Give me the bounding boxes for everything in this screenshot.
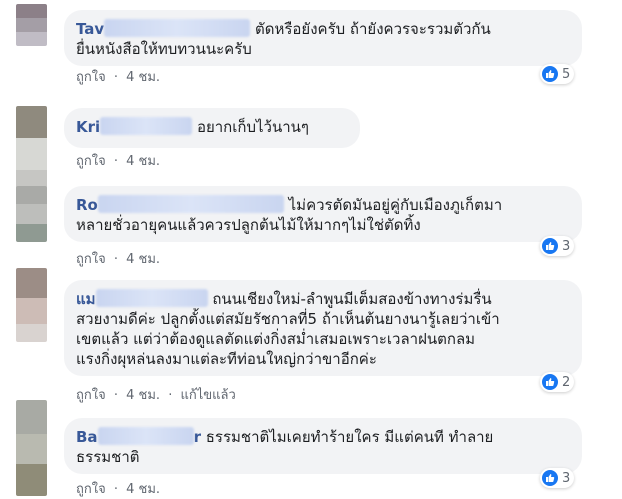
like-link[interactable]: ถูกใจ — [76, 252, 106, 267]
comment-text-line: เขตแล้ว แต่ว่าต้องดูแลตัดแต่งกิ่งสม่ำเสม… — [76, 330, 476, 348]
commenter-name[interactable]: Ba r — [76, 427, 201, 446]
like-link[interactable]: ถูกใจ — [76, 482, 106, 497]
comment-bubble: Tav ตัดหรือยังครับ ถ้ายังควรจะรวมตัวกัน … — [64, 10, 582, 66]
timestamp[interactable]: 4 ชม. — [126, 482, 160, 497]
commenter-name[interactable]: Tav — [76, 19, 251, 38]
reaction-count[interactable]: 5 — [540, 64, 575, 84]
avatar[interactable] — [16, 4, 47, 46]
comment-bubble: Kri อยากเก็บไว้นานๆ — [64, 108, 360, 148]
reaction-count[interactable]: 2 — [540, 372, 575, 392]
like-link[interactable]: ถูกใจ — [76, 154, 106, 169]
commenter-name[interactable]: Ro — [76, 195, 284, 214]
commenter-name[interactable]: แม — [76, 289, 208, 308]
avatar[interactable] — [16, 400, 47, 496]
timestamp[interactable]: 4 ชม. — [126, 70, 160, 85]
comment-bubble: Ro ไม่ควรตัดมันอยู่คู่กับเมืองภูเก็ตมา ห… — [64, 186, 582, 242]
thumbs-up-icon — [542, 238, 558, 254]
comment-text-line: สวยงามดีค่ะ ปลูกตั้งแต่สมัยรัชกาลที่5 ถ้… — [76, 310, 500, 328]
avatar[interactable] — [16, 268, 47, 342]
comment-text: อยากเก็บไว้นานๆ — [196, 118, 309, 136]
reaction-count[interactable]: 3 — [540, 468, 575, 488]
comment-actions: ถูกใจ · 4 ชม. — [76, 70, 161, 85]
thumbs-up-icon — [542, 374, 558, 390]
comment-actions: ถูกใจ · 4 ชม. — [76, 252, 161, 267]
comment-text-line: แรงกิ่งผุหล่นลงมาแต่ละทีท่อนใหญ่กว่าขาอี… — [76, 350, 377, 368]
comment-text-line: หลายชั่วอายุคนแล้วควรปลูกต้นไม้ให้มากๆไม… — [76, 216, 421, 234]
thumbs-up-icon — [542, 470, 558, 486]
timestamp[interactable]: 4 ชม. — [126, 388, 160, 403]
reaction-count[interactable]: 3 — [540, 236, 575, 256]
commenter-name[interactable]: Kri — [76, 117, 193, 136]
timestamp[interactable]: 4 ชม. — [126, 154, 160, 169]
timestamp[interactable]: 4 ชม. — [126, 252, 160, 267]
like-link[interactable]: ถูกใจ — [76, 388, 106, 403]
comment-text: ตัดหรือยังครับ ถ้ายังควรจะรวมตัวกัน — [254, 20, 491, 38]
comment-text: ธรรมชาติไมเคยทำร้ายใคร มีแต่คนที ทำลาย — [205, 428, 494, 446]
comment-text-line: ธรรมชาติ — [76, 448, 140, 466]
comment-bubble: แม ถนนเชียงใหม่-ลำพูนมีเต็มสองข้างทางร่ม… — [64, 280, 582, 376]
comment-actions: ถูกใจ · 4 ชม. · แก้ไขแล้ว — [76, 388, 236, 403]
comment-text: ถนนเชียงใหม่-ลำพูนมีเต็มสองข้างทางร่มรื่… — [212, 290, 492, 308]
comment-text: ไม่ควรตัดมันอยู่คู่กับเมืองภูเก็ตมา — [288, 196, 503, 214]
edited-link[interactable]: แก้ไขแล้ว — [181, 388, 236, 403]
comment-actions: ถูกใจ · 4 ชม. — [76, 154, 161, 169]
thumbs-up-icon — [542, 66, 558, 82]
like-link[interactable]: ถูกใจ — [76, 70, 106, 85]
comment-bubble: Ba r ธรรมชาติไมเคยทำร้ายใคร มีแต่คนที ทำล… — [64, 418, 582, 474]
avatar[interactable] — [16, 186, 47, 242]
comment-text-line: ยื่นหนังสือให้ทบทวนนะครับ — [76, 40, 252, 58]
